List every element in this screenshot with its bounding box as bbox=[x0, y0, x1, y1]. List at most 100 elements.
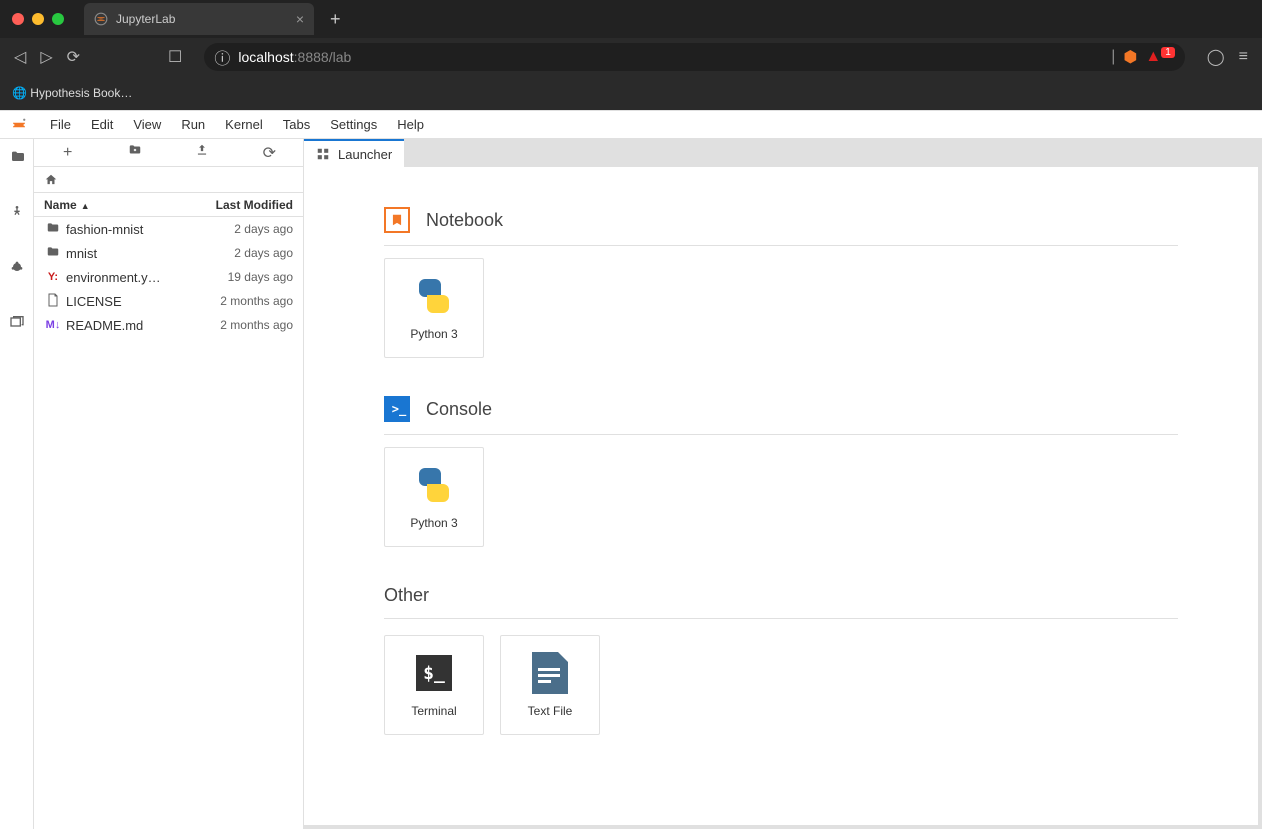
file-modified: 2 months ago bbox=[220, 294, 293, 308]
browser-tab[interactable]: JupyterLab × bbox=[84, 3, 314, 35]
launcher-content: Notebook Python 3 >_ Console bbox=[304, 167, 1258, 825]
running-icon[interactable] bbox=[5, 200, 29, 229]
terminal-icon: $_ bbox=[413, 652, 455, 694]
folder-icon bbox=[44, 221, 62, 238]
yaml-icon: Y: bbox=[44, 271, 62, 283]
back-button[interactable]: ◁ bbox=[14, 47, 26, 67]
traffic-lights bbox=[12, 13, 64, 25]
commands-icon[interactable] bbox=[5, 255, 29, 284]
text-file-icon bbox=[529, 652, 571, 694]
bookmark-item[interactable]: 🌐 Hypothesis Book… bbox=[12, 86, 132, 100]
file-modified: 2 days ago bbox=[234, 246, 293, 260]
menu-edit[interactable]: Edit bbox=[91, 117, 113, 132]
menu-view[interactable]: View bbox=[133, 117, 161, 132]
file-row[interactable]: fashion-mnist 2 days ago bbox=[34, 217, 303, 241]
file-modified: 2 days ago bbox=[234, 222, 293, 236]
jupyter-favicon-icon bbox=[94, 12, 108, 26]
window-close-button[interactable] bbox=[12, 13, 24, 25]
other-section: Other $_ Terminal Text File bbox=[384, 585, 1178, 735]
browser-chrome: JupyterLab × + ◁ ▷ ⟳ ☐ ⓘ localhost:8888/… bbox=[0, 0, 1262, 110]
console-python3-card[interactable]: Python 3 bbox=[384, 447, 484, 547]
tab-strip: JupyterLab × + bbox=[0, 0, 1262, 38]
col-name: Name bbox=[44, 198, 77, 212]
file-icon bbox=[44, 293, 62, 310]
browser-tab-title: JupyterLab bbox=[116, 12, 175, 26]
refresh-button[interactable]: ⟳ bbox=[236, 143, 303, 163]
new-folder-button[interactable] bbox=[101, 143, 168, 162]
folder-icon[interactable] bbox=[4, 145, 30, 174]
jupyterlab-app: File Edit View Run Kernel Tabs Settings … bbox=[0, 110, 1262, 829]
document-tabs: Launcher bbox=[304, 139, 1262, 167]
main-dock-panel: Launcher Notebook Python 3 bbox=[304, 139, 1262, 829]
notebook-python3-card[interactable]: Python 3 bbox=[384, 258, 484, 358]
window-minimize-button[interactable] bbox=[32, 13, 44, 25]
file-breadcrumb[interactable] bbox=[34, 167, 303, 193]
brave-shields-icon[interactable]: ⬢ bbox=[1123, 47, 1137, 67]
card-label: Python 3 bbox=[410, 516, 457, 530]
tabs-icon[interactable] bbox=[5, 310, 29, 339]
folder-icon bbox=[44, 245, 62, 262]
notebook-section-icon bbox=[384, 207, 410, 233]
text-file-card[interactable]: Text File bbox=[500, 635, 600, 735]
file-modified: 2 months ago bbox=[220, 318, 293, 332]
notebook-section-title: Notebook bbox=[426, 210, 503, 231]
launcher-tab[interactable]: Launcher bbox=[304, 139, 404, 167]
console-section: >_ Console Python 3 bbox=[384, 396, 1178, 547]
bookmark-icon[interactable]: ☐ bbox=[168, 47, 182, 67]
file-name: mnist bbox=[66, 246, 234, 261]
menu-file[interactable]: File bbox=[50, 117, 71, 132]
menu-help[interactable]: Help bbox=[397, 117, 424, 132]
card-label: Python 3 bbox=[410, 327, 457, 341]
file-name: README.md bbox=[66, 318, 220, 333]
file-browser-toolbar: + ⟳ bbox=[34, 139, 303, 167]
forward-button[interactable]: ▷ bbox=[40, 47, 52, 67]
notebook-section: Notebook Python 3 bbox=[384, 207, 1178, 358]
file-row[interactable]: Y: environment.y… 19 days ago bbox=[34, 265, 303, 289]
menu-bar: File Edit View Run Kernel Tabs Settings … bbox=[0, 111, 1262, 139]
window-maximize-button[interactable] bbox=[52, 13, 64, 25]
profile-icon[interactable]: ◯ bbox=[1207, 47, 1225, 67]
file-row[interactable]: mnist 2 days ago bbox=[34, 241, 303, 265]
brave-rewards-icon[interactable]: ▲1 bbox=[1145, 48, 1174, 66]
terminal-card[interactable]: $_ Terminal bbox=[384, 635, 484, 735]
file-row[interactable]: LICENSE 2 months ago bbox=[34, 289, 303, 313]
nav-bar: ◁ ▷ ⟳ ☐ ⓘ localhost:8888/lab | ⬢ ▲1 ◯ ≡ bbox=[0, 38, 1262, 76]
file-name: LICENSE bbox=[66, 294, 220, 309]
card-label: Terminal bbox=[411, 704, 456, 718]
upload-button[interactable] bbox=[169, 143, 236, 162]
file-row[interactable]: M↓ README.md 2 months ago bbox=[34, 313, 303, 337]
python-icon bbox=[413, 275, 455, 317]
menu-tabs[interactable]: Tabs bbox=[283, 117, 310, 132]
url-text: localhost:8888/lab bbox=[238, 49, 351, 65]
hamburger-menu-icon[interactable]: ≡ bbox=[1239, 48, 1248, 66]
tab-close-icon[interactable]: × bbox=[296, 11, 304, 27]
file-name: environment.y… bbox=[66, 270, 228, 285]
other-section-title: Other bbox=[384, 585, 1178, 606]
col-modified: Last Modified bbox=[216, 198, 293, 212]
card-label: Text File bbox=[528, 704, 573, 718]
bookmark-bar: 🌐 Hypothesis Book… bbox=[0, 76, 1262, 110]
side-rail bbox=[0, 139, 34, 829]
menu-settings[interactable]: Settings bbox=[330, 117, 377, 132]
jupyter-logo-icon bbox=[10, 116, 28, 134]
home-icon bbox=[44, 173, 58, 187]
file-browser-panel: + ⟳ Name ▲ Last Modified fashion-mnist 2 … bbox=[34, 139, 304, 829]
new-tab-button[interactable]: + bbox=[322, 9, 349, 30]
file-list-header[interactable]: Name ▲ Last Modified bbox=[34, 193, 303, 217]
new-launcher-button[interactable]: + bbox=[34, 144, 101, 162]
reload-button[interactable]: ⟳ bbox=[67, 47, 80, 67]
url-field[interactable]: ⓘ localhost:8888/lab | ⬢ ▲1 bbox=[204, 43, 1184, 71]
launcher-icon bbox=[316, 147, 330, 161]
console-section-icon: >_ bbox=[384, 396, 410, 422]
menu-run[interactable]: Run bbox=[181, 117, 205, 132]
python-icon bbox=[413, 464, 455, 506]
file-name: fashion-mnist bbox=[66, 222, 234, 237]
sort-asc-icon: ▲ bbox=[81, 201, 90, 211]
launcher-tab-label: Launcher bbox=[338, 147, 392, 162]
file-modified: 19 days ago bbox=[228, 270, 293, 284]
markdown-icon: M↓ bbox=[44, 319, 62, 331]
menu-kernel[interactable]: Kernel bbox=[225, 117, 263, 132]
console-section-title: Console bbox=[426, 399, 492, 420]
file-list: fashion-mnist 2 days ago mnist 2 days ag… bbox=[34, 217, 303, 829]
site-info-icon[interactable]: ⓘ bbox=[214, 45, 230, 69]
